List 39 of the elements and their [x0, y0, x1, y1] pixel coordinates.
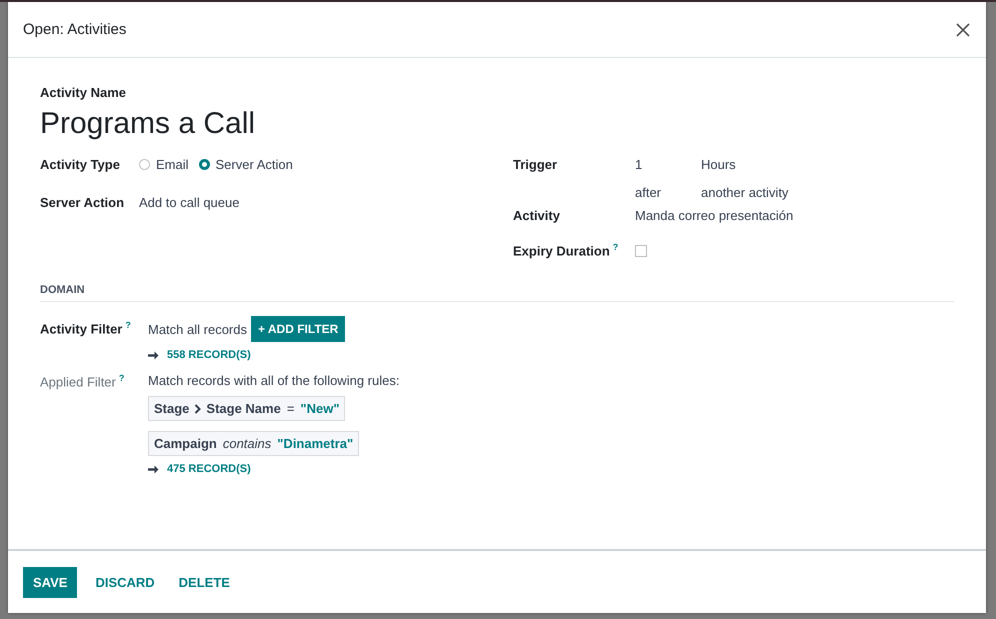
radio-option[interactable]: Email: [139, 157, 189, 172]
field-value: Hours: [701, 157, 737, 172]
arrow-right-icon: [148, 350, 159, 360]
field-label: Activity Name: [40, 85, 126, 100]
activity-name[interactable]: Programs a Call: [40, 107, 256, 141]
rule-field: Stage Name: [206, 401, 281, 416]
link-button[interactable]: DISCARD: [85, 566, 165, 598]
field-value: Manda correo presentación: [635, 208, 794, 223]
rule-field: Stage: [154, 401, 190, 416]
field-value: Add to call queue: [139, 195, 240, 210]
add-filter-button[interactable]: + ADD FILTER: [250, 316, 346, 342]
records-link[interactable]: 475 RECORD(S): [167, 463, 251, 475]
rule-value: "Dinametra": [277, 436, 354, 451]
radio-option[interactable]: Server Action: [198, 157, 293, 172]
section-title: DOMAIN: [40, 284, 954, 302]
field-value: another activity: [701, 185, 788, 200]
field-label: Applied Filter $^{?}$: [40, 373, 124, 390]
chevron-icon: [194, 404, 202, 414]
filter-summary: Match records with all of the following rules:: [148, 373, 400, 388]
filter-summary: Match all records: [148, 322, 247, 336]
field-label: Activity: [513, 207, 560, 225]
link-button[interactable]: DELETE: [168, 566, 240, 598]
dialog-title: Open: Activities: [23, 21, 126, 38]
field-label: Activity Filter $^{?}$: [40, 320, 131, 336]
rule-value: "New": [300, 401, 340, 416]
close-icon[interactable]: [956, 22, 970, 36]
field-label: Trigger: [513, 156, 558, 174]
rule-operator: =: [286, 401, 294, 416]
field-value: after: [635, 185, 662, 200]
field-label: Expiry Duration $^{?}$: [513, 241, 618, 260]
rule-field: Campaign: [154, 436, 217, 451]
rule-operator: contains: [222, 436, 272, 451]
arrow-right-icon: [148, 464, 159, 474]
field-value: 1: [635, 157, 644, 172]
primary-button[interactable]: SAVE: [23, 566, 78, 598]
field-label: Activity Type: [40, 156, 120, 174]
checkbox[interactable]: [635, 244, 647, 257]
field-label: Server Action: [40, 194, 124, 212]
records-link[interactable]: 558 RECORD(S): [167, 349, 251, 361]
